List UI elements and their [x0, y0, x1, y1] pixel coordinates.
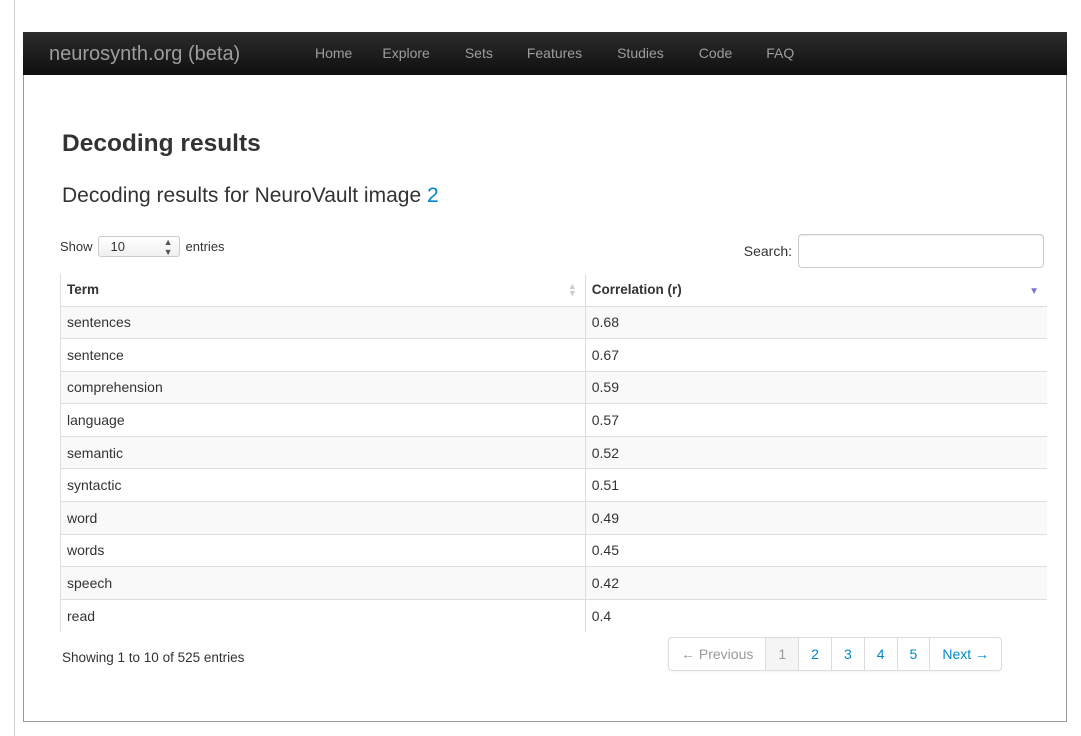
- page-4-button[interactable]: 4: [863, 638, 897, 670]
- nav-faq[interactable]: FAQ: [766, 32, 811, 75]
- page-length-value: 10: [110, 239, 125, 254]
- page-2-button[interactable]: 2: [798, 638, 831, 670]
- nav-sets[interactable]: Sets: [465, 32, 527, 75]
- brand-link[interactable]: neurosynth.org (beta): [49, 43, 240, 66]
- page-subtitle: Decoding results for NeuroVault image 2: [62, 184, 439, 208]
- table-header-row: Term ▲ ▼ Correlation (r) ▼: [60, 274, 1047, 307]
- correlation-cell: 0.57: [585, 403, 1047, 437]
- page-3-button[interactable]: 3: [830, 638, 864, 670]
- header-correlation[interactable]: Correlation (r) ▼: [585, 274, 1047, 307]
- table-row: word 0.49: [60, 501, 1047, 535]
- nav-explore[interactable]: Explore: [382, 32, 464, 75]
- correlation-cell: 0.42: [585, 566, 1047, 600]
- subtitle-text: Decoding results for NeuroVault image: [62, 184, 427, 207]
- term-cell: read: [60, 598, 586, 632]
- page-title: Decoding results: [62, 130, 261, 157]
- header-term-label: Term: [67, 282, 100, 298]
- term-cell: semantic: [60, 435, 586, 469]
- term-cell: sentence: [60, 338, 586, 372]
- nav-features[interactable]: Features: [527, 32, 617, 75]
- search-control: Search:: [744, 234, 1044, 268]
- table-row: speech 0.42: [60, 566, 1047, 600]
- table-info: Showing 1 to 10 of 525 entries: [62, 650, 245, 665]
- pagination: ← Previous 1 2 3 4 5 Next →: [668, 637, 1003, 671]
- table-row: words 0.45: [60, 533, 1047, 567]
- term-cell: syntactic: [60, 468, 586, 502]
- entries-label: entries: [185, 239, 225, 254]
- table-row: language 0.57: [60, 403, 1047, 437]
- search-input[interactable]: [798, 234, 1044, 268]
- nav-links: Home Explore Sets Features Studies Code …: [315, 32, 811, 75]
- page-5-button[interactable]: 5: [896, 638, 930, 670]
- nav-code[interactable]: Code: [699, 32, 766, 75]
- table-row: semantic 0.52: [60, 435, 1047, 469]
- term-cell: words: [60, 533, 586, 567]
- correlation-cell: 0.51: [585, 468, 1047, 502]
- results-table: Term ▲ ▼ Correlation (r) ▼ sentences 0.68 …: [60, 274, 1047, 632]
- term-cell: word: [60, 501, 586, 535]
- nav-home[interactable]: Home: [315, 32, 382, 75]
- correlation-cell: 0.59: [585, 370, 1047, 404]
- nav-studies[interactable]: Studies: [617, 32, 699, 75]
- correlation-cell: 0.4: [585, 598, 1047, 632]
- correlation-cell: 0.49: [585, 501, 1047, 535]
- navbar: neurosynth.org (beta) Home Explore Sets …: [23, 32, 1067, 75]
- correlation-cell: 0.45: [585, 533, 1047, 567]
- next-button[interactable]: Next →: [929, 638, 1001, 670]
- search-label: Search:: [743, 243, 792, 259]
- sort-desc-icon: ▼: [1029, 286, 1039, 297]
- term-cell: speech: [60, 566, 586, 600]
- correlation-cell: 0.52: [585, 435, 1047, 469]
- sort-both-icon: ▲ ▼: [567, 281, 577, 298]
- table-row: syntactic 0.51: [60, 468, 1047, 502]
- neurovault-image-link[interactable]: 2: [427, 184, 439, 207]
- table-row: read 0.4: [60, 598, 1047, 632]
- correlation-cell: 0.67: [585, 338, 1047, 372]
- table-row: sentences 0.68: [60, 305, 1047, 339]
- header-term[interactable]: Term ▲ ▼: [60, 274, 586, 307]
- previous-button[interactable]: ← Previous: [669, 638, 765, 670]
- page-1-button[interactable]: 1: [765, 638, 799, 670]
- page-length-select[interactable]: 10 ▲ ▼: [97, 236, 180, 257]
- page-length-control: Show 10 ▲ ▼ entries: [60, 236, 225, 257]
- term-cell: comprehension: [60, 370, 586, 404]
- show-label: Show: [60, 239, 93, 254]
- term-cell: language: [60, 403, 586, 437]
- correlation-cell: 0.68: [585, 305, 1047, 339]
- term-cell: sentences: [60, 305, 586, 339]
- select-arrows-icon: ▲ ▼: [163, 236, 173, 257]
- table-row: sentence 0.67: [60, 338, 1047, 372]
- header-correlation-label: Correlation (r): [591, 282, 682, 298]
- table-row: comprehension 0.59: [60, 370, 1047, 404]
